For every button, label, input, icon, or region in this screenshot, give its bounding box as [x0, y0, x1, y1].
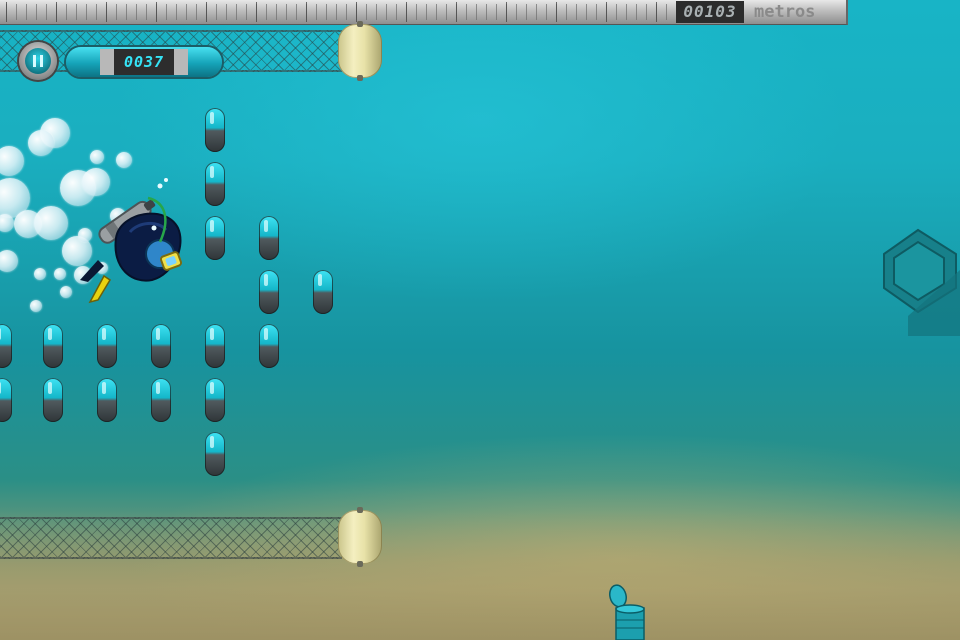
buoy-icon — [338, 507, 382, 567]
oxygen-capsule-icon — [205, 216, 225, 260]
air-bubble-icon — [0, 146, 24, 176]
buoy-icon — [338, 21, 382, 81]
distance-meter: 00103 metros — [0, 0, 848, 25]
pause-button[interactable] — [19, 42, 57, 80]
oxygen-capsule-icon — [205, 432, 225, 476]
pause-button-face — [25, 48, 51, 74]
oxygen-capsule-icon — [259, 324, 279, 368]
score-counter: 0037 — [123, 53, 165, 71]
oxygen-capsule-icon — [43, 324, 63, 368]
air-bubble-icon — [54, 268, 66, 280]
air-bubble-icon — [116, 152, 132, 168]
oxygen-capsule-icon — [151, 324, 171, 368]
sunken-wreck-icon — [878, 226, 960, 336]
air-bubble-icon — [34, 268, 46, 280]
oxygen-capsule-icon — [0, 324, 12, 368]
air-bubble-icon — [90, 150, 104, 164]
oxygen-capsule-icon — [205, 378, 225, 422]
oxygen-capsule-icon — [205, 324, 225, 368]
air-bubble-icon — [34, 206, 68, 240]
tin-can-icon — [606, 584, 650, 640]
scuba-diver-icon — [74, 176, 204, 308]
oxygen-capsule-icon — [0, 378, 12, 422]
distance-counter: 00103 — [676, 1, 744, 23]
meter-major-ticks — [6, 2, 670, 22]
bottom-net — [0, 517, 342, 559]
oxygen-capsule-icon — [259, 270, 279, 314]
air-bubble-icon — [0, 250, 18, 272]
oxygen-capsule-icon — [259, 216, 279, 260]
oxygen-capsule-icon — [205, 162, 225, 206]
can-graphic — [609, 584, 645, 640]
oxygen-capsule-icon — [151, 378, 171, 422]
air-bubble-icon — [28, 130, 54, 156]
game-scene[interactable]: 00103 metros 0037 — [0, 0, 960, 640]
distance-unit-label: metros — [754, 2, 816, 22]
oxygen-capsule-icon — [97, 378, 117, 422]
air-bubble-icon — [0, 214, 14, 232]
oxygen-capsule-icon — [205, 108, 225, 152]
air-bubble-icon — [30, 300, 42, 312]
air-bubble-icon — [60, 286, 72, 298]
score-display: 0037 — [66, 47, 222, 77]
oxygen-capsule-icon — [43, 378, 63, 422]
wreck-graphic — [883, 228, 960, 336]
diver-graphic — [80, 178, 183, 304]
oxygen-capsule-icon — [97, 324, 117, 368]
oxygen-capsule-icon — [313, 270, 333, 314]
pause-icon — [33, 55, 43, 67]
